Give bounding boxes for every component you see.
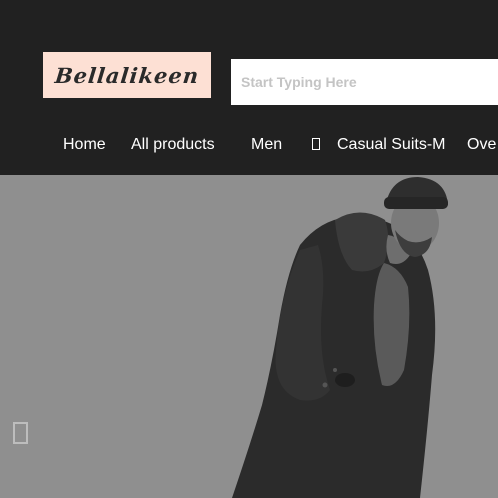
hero-banner xyxy=(0,175,498,498)
logo[interactable]: Bellalikeen xyxy=(43,52,211,98)
site-header: Bellalikeen Home All products Men Casual… xyxy=(0,0,498,175)
search-input[interactable] xyxy=(231,59,498,105)
nav-item-overflow[interactable]: Ove xyxy=(467,136,496,154)
logo-text: Bellalikeen xyxy=(53,62,201,88)
nav-item-home[interactable]: Home xyxy=(63,136,106,154)
dropdown-icon[interactable] xyxy=(312,138,320,150)
hero-image xyxy=(232,177,448,498)
chevron-left-icon[interactable] xyxy=(13,422,28,444)
nav-item-all-products[interactable]: All products xyxy=(131,136,215,154)
nav-item-casual-suits-m[interactable]: Casual Suits-M xyxy=(337,136,445,154)
main-nav: Home All products Men Casual Suits-M Ove xyxy=(0,132,498,160)
nav-item-men[interactable]: Men xyxy=(251,136,282,154)
